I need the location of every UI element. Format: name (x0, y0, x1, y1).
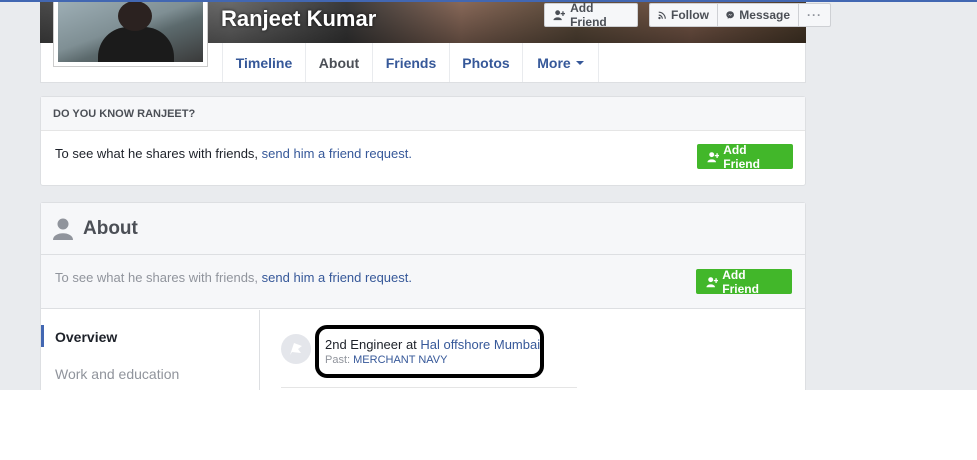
caret-down-icon (575, 60, 584, 65)
active-indicator (41, 325, 44, 347)
profile-name[interactable]: Ranjeet Kumar (221, 6, 376, 32)
company-link[interactable]: Hal offshore Mumbai (420, 337, 540, 352)
do-you-know-message: To see what he shares with friends, (55, 146, 262, 161)
messenger-icon (726, 11, 734, 19)
add-friend-button[interactable]: Add Friend (696, 267, 792, 296)
tab-more[interactable]: More (523, 43, 599, 82)
profile-picture[interactable] (53, 2, 208, 67)
photo-person-body (98, 27, 174, 62)
about-notice: To see what he shares with friends, send… (41, 255, 805, 309)
more-options-button[interactable]: ··· (798, 3, 831, 27)
work-role: 2nd Engineer at (325, 337, 421, 352)
do-you-know-text: To see what he shares with friends, send… (55, 146, 412, 161)
tab-more-label: More (537, 54, 571, 71)
tab-about[interactable]: About (306, 43, 373, 82)
about-title: About (83, 217, 138, 239)
about-notice-message: To see what he shares with friends, (55, 270, 262, 285)
do-you-know-heading: DO YOU KNOW RANJEET? (41, 97, 805, 131)
message-label: Message (739, 8, 790, 22)
follow-button[interactable]: Follow (649, 3, 718, 27)
tab-friends[interactable]: Friends (373, 43, 450, 82)
friend-request-link[interactable]: send him a friend request. (262, 146, 412, 161)
sidebar-item-work-education[interactable]: Work and education (55, 366, 179, 382)
briefcase-icon (281, 334, 311, 364)
add-friend-icon (706, 276, 719, 287)
divider (281, 387, 577, 388)
rss-icon (658, 11, 666, 19)
tab-timeline[interactable]: Timeline (222, 43, 306, 82)
add-friend-label: Add Friend (570, 1, 607, 29)
about-sidebar: Overview Work and education (41, 310, 260, 390)
past-employer-link[interactable]: MERCHANT NAVY (353, 354, 447, 366)
profile-photo-image (58, 2, 203, 62)
person-icon (53, 218, 73, 240)
follow-label: Follow (671, 8, 709, 22)
tab-photos[interactable]: Photos (450, 43, 523, 82)
flag-icon (290, 343, 302, 355)
add-friend-label: Add Friend (723, 142, 760, 171)
add-friend-icon (707, 151, 720, 162)
work-entry-past: Past: MERCHANT NAVY (325, 354, 447, 366)
add-friend-button[interactable]: Add Friend (697, 142, 793, 171)
photo-person-head (118, 2, 152, 31)
facebook-profile-page: Ranjeet Kumar Add Friend Follow Message … (0, 0, 977, 390)
about-notice-text: To see what he shares with friends, send… (55, 270, 412, 285)
add-friend-label: Add Friend (722, 267, 759, 296)
friend-request-link[interactable]: send him a friend request. (262, 270, 412, 285)
add-friend-button[interactable]: Add Friend (544, 1, 638, 29)
message-button[interactable]: Message (717, 3, 799, 27)
sidebar-item-overview[interactable]: Overview (55, 329, 117, 345)
do-you-know-card: DO YOU KNOW RANJEET? To see what he shar… (40, 96, 806, 186)
about-header: About (41, 203, 805, 255)
past-label: Past: (325, 354, 354, 366)
add-friend-icon (553, 10, 566, 21)
about-card: About To see what he shares with friends… (40, 202, 806, 390)
work-entry-title: 2nd Engineer at Hal offshore Mumbai (325, 337, 540, 352)
more-dots-icon: ··· (807, 8, 822, 22)
